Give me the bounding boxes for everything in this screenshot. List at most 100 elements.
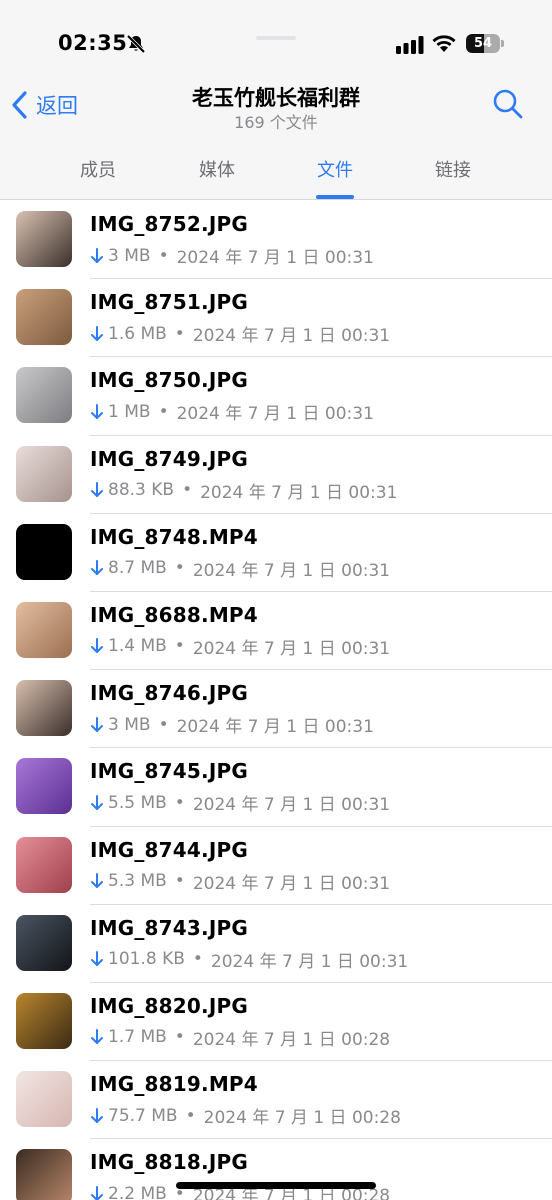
file-row[interactable]: IMG_8818.JPG 2.2 MB • 2024 年 7 月 1 日 00:28: [0, 1139, 552, 1200]
file-meta: 88.3 KB • 2024 年 7 月 1 日 00:31: [90, 478, 397, 503]
file-row[interactable]: IMG_8745.JPG 5.5 MB • 2024 年 7 月 1 日 00:31: [0, 748, 552, 827]
tab-files[interactable]: 文件: [276, 156, 394, 182]
file-meta: 101.8 KB • 2024 年 7 月 1 日 00:31: [90, 947, 408, 972]
download-arrow-icon: [91, 873, 103, 888]
status-bar: 02:35 54: [0, 0, 552, 80]
download-arrow-icon: [91, 325, 103, 341]
battery-icon: 54: [466, 34, 504, 53]
file-name: IMG_8750.JPG: [90, 368, 248, 393]
signal-icon: [396, 36, 424, 54]
file-thumbnail: [16, 758, 72, 815]
home-indicator: [176, 1182, 376, 1189]
file-name: IMG_8751.JPG: [90, 290, 248, 315]
file-row[interactable]: IMG_8743.JPG 101.8 KB • 2024 年 7 月 1 日 00:3…: [0, 905, 552, 983]
file-thumbnail: [16, 445, 72, 502]
file-date: 2024 年 7 月 1 日 00:28: [203, 1108, 401, 1129]
file-size: 1.6 MB: [108, 323, 167, 344]
file-row[interactable]: IMG_8746.JPG 3 MB • 2024 年 7 月 1 日 00:31: [0, 670, 552, 749]
file-date: 2024 年 7 月 1 日 00:31: [192, 326, 391, 347]
file-date: 2024 年 7 月 1 日 00:31: [192, 638, 391, 659]
tab-links[interactable]: 链接: [394, 156, 512, 182]
file-thumbnail: [16, 992, 72, 1049]
file-name: IMG_8744.JPG: [90, 837, 248, 862]
file-name: IMG_8749.JPG: [90, 446, 248, 471]
download-arrow-icon: [91, 247, 103, 263]
file-size: 75.7 MB: [108, 1105, 178, 1126]
file-meta: 8.7 MB • 2024 年 7 月 1 日 00:31: [90, 556, 390, 581]
file-name: IMG_8748.MP4: [90, 524, 258, 549]
download-arrow-icon: [91, 951, 103, 967]
download-arrow-icon: [91, 716, 103, 732]
file-meta: 3 MB • 2024 年 7 月 1 日 00:31: [90, 243, 374, 268]
file-meta: 3 MB • 2024 年 7 月 1 日 00:31: [90, 712, 374, 737]
download-arrow-icon: [91, 560, 103, 576]
file-row[interactable]: IMG_8819.MP4 75.7 MB • 2024 年 7 月 1 日 00:28: [0, 1061, 552, 1140]
file-count: 169 个文件: [234, 113, 318, 132]
file-row[interactable]: IMG_8820.JPG 1.7 MB • 2024 年 7 月 1 日 00:28: [0, 983, 552, 1062]
file-row[interactable]: IMG_8748.MP4 8.7 MB • 2024 年 7 月 1 日 00:31: [0, 514, 552, 592]
file-name: IMG_8746.JPG: [90, 681, 248, 706]
file-name: IMG_8752.JPG: [90, 212, 248, 236]
file-size: 3 MB: [108, 245, 151, 266]
meta-separator: •: [158, 245, 169, 266]
file-thumbnail: [16, 836, 72, 893]
meta-separator: •: [158, 714, 169, 735]
file-row[interactable]: IMG_8744.JPG 5.3 MB • 2024 年 7 月 1 日 00:31: [0, 827, 552, 905]
header: 02:35 54 返回 老玉竹舰长福利群 169 个文件 成员 媒体 文件 链接: [0, 0, 552, 200]
dynamic-island-indicator: [256, 36, 296, 40]
file-thumbnail: [16, 289, 72, 346]
file-meta: 75.7 MB • 2024 年 7 月 1 日 00:28: [90, 1103, 401, 1128]
file-thumbnail: [16, 211, 72, 267]
tab-media[interactable]: 媒体: [158, 156, 276, 182]
file-size: 1.7 MB: [108, 1027, 167, 1048]
file-meta: 1.7 MB • 2024 年 7 月 1 日 00:28: [90, 1025, 390, 1050]
file-size: 2.2 MB: [108, 1183, 167, 1200]
page-title: 老玉竹舰长福利群: [192, 86, 360, 110]
tab-bar: 成员 媒体 文件 链接: [0, 150, 552, 200]
file-date: 2024 年 7 月 1 日 00:31: [192, 560, 391, 581]
file-meta: 5.3 MB • 2024 年 7 月 1 日 00:31: [90, 869, 390, 894]
status-time: 02:35: [58, 31, 128, 55]
file-row[interactable]: IMG_8751.JPG 1.6 MB • 2024 年 7 月 1 日 00:31: [0, 279, 552, 358]
file-name: IMG_8743.JPG: [90, 915, 248, 940]
file-size: 101.8 KB: [108, 949, 185, 970]
file-date: 2024 年 7 月 1 日 00:31: [176, 248, 374, 268]
meta-separator: •: [174, 1027, 185, 1048]
file-thumbnail: [16, 914, 72, 971]
meta-separator: •: [158, 401, 169, 422]
file-name: IMG_8819.MP4: [90, 1072, 258, 1097]
tab-members[interactable]: 成员: [39, 156, 157, 182]
file-name: IMG_8688.MP4: [90, 602, 258, 627]
file-date: 2024 年 7 月 1 日 00:31: [176, 404, 374, 425]
meta-separator: •: [182, 480, 193, 501]
meta-separator: •: [174, 558, 185, 579]
battery-level: 54: [473, 36, 493, 51]
meta-separator: •: [174, 871, 185, 891]
download-arrow-icon: [91, 1029, 103, 1045]
file-size: 1 MB: [108, 401, 151, 422]
file-row[interactable]: IMG_8688.MP4 1.4 MB • 2024 年 7 月 1 日 00:31: [0, 592, 552, 671]
meta-separator: •: [192, 949, 203, 970]
file-meta: 1.4 MB • 2024 年 7 月 1 日 00:31: [90, 634, 390, 659]
file-name: IMG_8745.JPG: [90, 759, 248, 784]
file-meta: 1 MB • 2024 年 7 月 1 日 00:31: [90, 399, 374, 424]
file-row[interactable]: IMG_8750.JPG 1 MB • 2024 年 7 月 1 日 00:31: [0, 357, 552, 436]
file-date: 2024 年 7 月 1 日 00:31: [192, 873, 391, 894]
meta-separator: •: [174, 792, 185, 813]
file-thumbnail: [16, 1071, 72, 1128]
file-thumbnail: [16, 367, 72, 424]
search-icon[interactable]: [492, 88, 524, 120]
file-date: 2024 年 7 月 1 日 00:28: [192, 1029, 391, 1050]
file-thumbnail: [16, 523, 72, 580]
file-row[interactable]: IMG_8752.JPG 3 MB • 2024 年 7 月 1 日 00:31: [0, 201, 552, 280]
file-thumbnail: [16, 601, 72, 658]
file-row[interactable]: IMG_8749.JPG 88.3 KB • 2024 年 7 月 1 日 00:31: [0, 436, 552, 514]
download-arrow-icon: [91, 794, 103, 810]
mute-icon: [126, 34, 146, 54]
download-arrow-icon: [91, 482, 103, 498]
meta-separator: •: [185, 1105, 196, 1126]
download-arrow-icon: [91, 1107, 103, 1123]
file-date: 2024 年 7 月 1 日 00:31: [210, 951, 409, 972]
meta-separator: •: [174, 636, 185, 657]
file-size: 3 MB: [108, 714, 151, 735]
